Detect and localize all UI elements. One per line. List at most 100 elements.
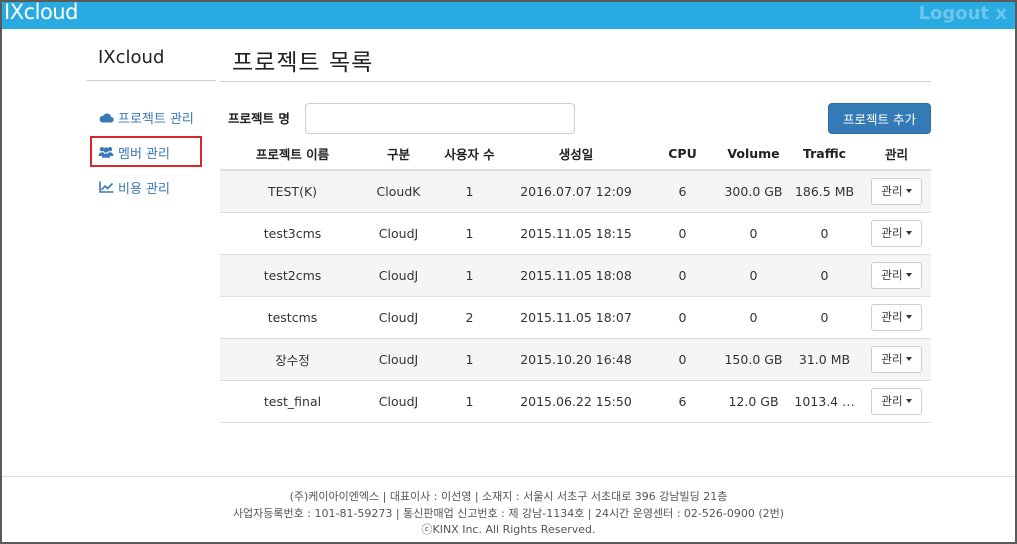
cell-type: CloudJ [365, 338, 432, 381]
table-body: TEST(K) CloudK 1 2016.07.07 12:09 6 300.0 GB 1… [220, 170, 931, 423]
column-header-created: 생성일 [507, 138, 645, 171]
cell-project-name: test2cms [220, 254, 365, 297]
cell-volume: 0 [720, 254, 787, 297]
cell-manage: 관리 [862, 212, 931, 255]
manage-dropdown-button[interactable]: 관리 [871, 345, 922, 373]
manage-dropdown-button[interactable]: 관리 [871, 219, 922, 247]
cell-project-name: testcms [220, 296, 365, 339]
column-header-type: 구분 [365, 138, 432, 171]
cloud-icon [98, 111, 114, 124]
column-header-user-count: 사용자 수 [432, 138, 507, 171]
cell-created: 2015.11.05 18:08 [507, 254, 645, 297]
cell-manage: 관리 [862, 254, 931, 297]
cell-manage: 관리 [862, 380, 931, 423]
sidebar-item-project-management[interactable]: 프로젝트 관리 [98, 106, 194, 128]
cell-project-name: TEST(K) [220, 170, 365, 213]
brand-logo[interactable]: IXcloud [4, 0, 78, 24]
cell-user-count: 2 [432, 296, 507, 339]
table-header-row: 프로젝트 이름 구분 사용자 수 생성일 CPU Volume Traffic … [220, 138, 931, 171]
cell-cpu: 6 [645, 380, 720, 423]
logout-label: Logout [918, 3, 990, 24]
column-header-cpu: CPU [645, 138, 720, 171]
cell-manage: 관리 [862, 296, 931, 339]
manage-label: 관리 [881, 310, 903, 324]
cell-manage: 관리 [862, 170, 931, 213]
cell-volume: 300.0 GB [720, 170, 787, 213]
caret-down-icon [905, 399, 912, 403]
cell-volume: 0 [720, 296, 787, 339]
cell-created: 2015.10.20 16:48 [507, 338, 645, 381]
manage-dropdown-button[interactable]: 관리 [871, 303, 922, 331]
cell-type: CloudK [365, 170, 432, 213]
sidebar-title: IXcloud [98, 47, 165, 68]
cell-type: CloudJ [365, 254, 432, 297]
cell-cpu: 6 [645, 170, 720, 213]
cell-traffic: 0 [787, 212, 862, 255]
cell-volume: 0 [720, 212, 787, 255]
top-bar: IXcloud Logout x [2, 0, 1015, 29]
footer-copyright: ⓒKINX Inc. All Rights Reserved. [421, 523, 596, 536]
table-row: test2cms CloudJ 1 2015.11.05 18:08 0 0 0 관리 [220, 254, 931, 297]
project-table: 프로젝트 이름 구분 사용자 수 생성일 CPU Volume Traffic … [220, 138, 931, 423]
project-name-search-input[interactable] [305, 103, 575, 134]
cell-cpu: 0 [645, 212, 720, 255]
footer-divider [2, 476, 1015, 477]
cell-type: CloudJ [365, 212, 432, 255]
manage-label: 관리 [881, 268, 903, 282]
cell-user-count: 1 [432, 212, 507, 255]
cell-traffic: 1013.4 … [787, 380, 862, 423]
manage-label: 관리 [881, 352, 903, 366]
table-row: test_final CloudJ 1 2015.06.22 15:50 6 12.0 G… [220, 380, 931, 423]
manage-label: 관리 [881, 226, 903, 240]
manage-dropdown-button[interactable]: 관리 [871, 177, 922, 205]
column-header-volume: Volume [720, 138, 787, 171]
cell-cpu: 0 [645, 296, 720, 339]
cell-traffic: 0 [787, 296, 862, 339]
cell-created: 2015.11.05 18:15 [507, 212, 645, 255]
cell-cpu: 0 [645, 254, 720, 297]
logout-link[interactable]: Logout x [919, 3, 1007, 24]
line-chart-icon [98, 181, 114, 194]
caret-down-icon [905, 273, 912, 277]
cell-user-count: 1 [432, 170, 507, 213]
logout-x-icon: x [995, 3, 1007, 24]
cell-volume: 12.0 GB [720, 380, 787, 423]
cell-traffic: 31.0 MB [787, 338, 862, 381]
caret-down-icon [905, 357, 912, 361]
column-header-project-name: 프로젝트 이름 [220, 138, 365, 171]
cell-project-name: 장수정 [220, 338, 365, 381]
cell-created: 2016.07.07 12:09 [507, 170, 645, 213]
table-row: testcms CloudJ 2 2015.11.05 18:07 0 0 0 관리 [220, 296, 931, 339]
highlight-box [90, 136, 202, 167]
manage-dropdown-button[interactable]: 관리 [871, 261, 922, 289]
caret-down-icon [905, 189, 912, 194]
table-row: test3cms CloudJ 1 2015.11.05 18:15 0 0 0 관리 [220, 212, 931, 255]
cell-user-count: 1 [432, 338, 507, 381]
manage-label: 관리 [881, 184, 903, 199]
cell-type: CloudJ [365, 380, 432, 423]
table-row: 장수정 CloudJ 1 2015.10.20 16:48 0 150.0 GB 31.0 … [220, 338, 931, 381]
title-divider [220, 81, 931, 82]
sidebar-item-cost-management[interactable]: 비용 관리 [98, 176, 170, 198]
cell-project-name: test3cms [220, 212, 365, 255]
sidebar-item-label: 비용 관리 [118, 181, 170, 197]
sidebar-item-label: 프로젝트 관리 [118, 111, 194, 127]
cell-type: CloudJ [365, 296, 432, 339]
cell-traffic: 186.5 MB [787, 170, 862, 213]
cell-user-count: 1 [432, 380, 507, 423]
manage-label: 관리 [881, 394, 903, 408]
cell-manage: 관리 [862, 338, 931, 381]
page-title: 프로젝트 목록 [232, 50, 374, 76]
column-header-traffic: Traffic [787, 138, 862, 171]
add-project-button[interactable]: 프로젝트 추가 [828, 103, 931, 134]
footer-company-info: (주)케이아이엔엑스 | 대표이사 : 이선영 | 소재지 : 서울시 서초구 … [289, 490, 728, 503]
project-name-label: 프로젝트 명 [228, 111, 290, 126]
footer-registration-info: 사업자등록번호 : 101-81-59273 | 통신판매업 신고번호 : 제 … [232, 507, 785, 520]
cell-traffic: 0 [787, 254, 862, 297]
cell-project-name: test_final [220, 380, 365, 423]
column-header-manage: 관리 [862, 138, 931, 171]
caret-down-icon [905, 315, 912, 319]
manage-dropdown-button[interactable]: 관리 [871, 387, 922, 415]
cell-volume: 150.0 GB [720, 338, 787, 381]
cell-created: 2015.11.05 18:07 [507, 296, 645, 339]
